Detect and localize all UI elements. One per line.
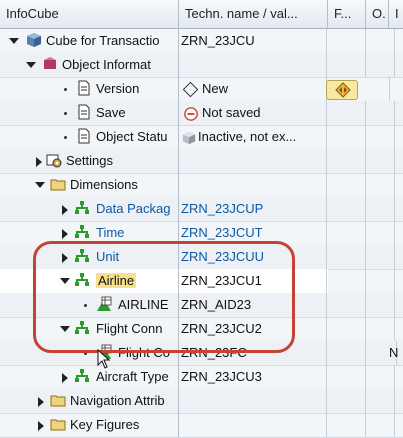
dimension-tree-icon (75, 273, 89, 286)
collapse-arrow-icon[interactable] (62, 205, 68, 215)
techn-name-cell: Not saved (179, 101, 327, 125)
bullet-icon (64, 112, 67, 115)
tree-row-object-information[interactable]: Object Informat (0, 53, 403, 78)
tree-label: Object Informat (62, 57, 151, 72)
folder-icon (50, 395, 66, 407)
header-i[interactable]: I (389, 0, 403, 28)
document-icon (78, 80, 90, 96)
tree-row-flight-co-characteristic[interactable]: Flight Co ZRN_23FC N (0, 341, 403, 366)
expand-arrow-icon[interactable] (35, 182, 45, 188)
tree-row-unit[interactable]: Unit ZRN_23JCUU (0, 245, 403, 270)
collapse-arrow-icon[interactable] (38, 397, 44, 407)
column-header-bar: InfoCube Techn. name / val... F... O. I (0, 0, 403, 29)
techn-name-cell: Inactive, not ex... (179, 125, 327, 149)
tree-row-version[interactable]: Version New (0, 77, 403, 102)
header-f[interactable]: F... (328, 0, 366, 28)
techn-name-cell (179, 53, 327, 77)
techn-name-cell (179, 413, 327, 437)
folder-open-icon (50, 179, 66, 191)
object-info-icon (44, 57, 56, 69)
techn-name-cell: ZRN_23JCU (179, 29, 327, 53)
techn-name-cell (179, 149, 327, 173)
tree-label: Settings (66, 153, 113, 168)
tree-label: Key Figures (70, 417, 140, 432)
tree-row-data-package[interactable]: Data Packag ZRN_23JCUP (0, 197, 403, 222)
mouse-cursor-icon (97, 349, 111, 369)
techn-name-cell: ZRN_23JCU2 (179, 317, 327, 341)
cube-icon (27, 33, 41, 47)
infocube-tree-grid: Cube for Transactio ZRN_23JCU Object Inf… (0, 29, 403, 438)
techn-name-cell: ZRN_23JCU1 (179, 269, 327, 293)
expand-arrow-icon[interactable] (60, 278, 70, 284)
characteristic-icon (97, 296, 112, 311)
version-toggle-button[interactable] (326, 80, 358, 100)
collapse-arrow-icon[interactable] (62, 373, 68, 383)
tree-row-save[interactable]: Save Not saved (0, 101, 403, 126)
tree-label: Save (96, 105, 126, 120)
bullet-icon (84, 352, 87, 355)
expand-arrow-icon[interactable] (26, 62, 36, 68)
techn-name-cell: New (179, 77, 327, 101)
bullet-icon (64, 136, 67, 139)
dimension-tree-icon (75, 225, 89, 238)
techn-name-cell: ZRN_23JCUT (179, 221, 327, 245)
tree-row-dimensions[interactable]: Dimensions (0, 173, 403, 198)
tree-label: Dimensions (70, 177, 138, 192)
tree-row-flight-conn[interactable]: Flight Conn ZRN_23JCU2 (0, 317, 403, 342)
techn-name-cell: ZRN_23JCU3 (179, 365, 327, 389)
header-infocube[interactable]: InfoCube (0, 0, 179, 28)
tree-label: Unit (96, 249, 120, 264)
collapse-arrow-icon[interactable] (36, 157, 42, 167)
tree-row-object-status[interactable]: Object Statu Inactive, not ex... (0, 125, 403, 150)
header-o[interactable]: O. (366, 0, 389, 28)
document-icon (78, 104, 90, 120)
tree-label-selected: Airline (96, 273, 137, 288)
dimension-tree-icon (75, 201, 89, 214)
dimension-tree-icon (75, 321, 89, 334)
tree-row-settings[interactable]: Settings (0, 149, 403, 174)
inactive-cube-icon (182, 131, 196, 144)
expand-arrow-icon[interactable] (60, 326, 70, 332)
techn-name-cell: ZRN_23JCUU (179, 245, 327, 269)
extra-flag-cell: N (389, 345, 399, 360)
tree-label: Time (96, 225, 125, 240)
header-techn-name[interactable]: Techn. name / val... (179, 0, 328, 28)
tree-row-navigation-attributes[interactable]: Navigation Attrib (0, 389, 403, 414)
not-saved-icon (184, 106, 198, 121)
tree-label: Flight Co (118, 345, 171, 360)
techn-name-cell: ZRN_23FC (179, 341, 327, 365)
dimension-tree-icon (75, 249, 89, 262)
tree-label: AIRLINE (118, 297, 169, 312)
collapse-arrow-icon[interactable] (38, 421, 44, 431)
tree-label: Cube for Transactio (46, 33, 160, 48)
tree-row-aircraft-type[interactable]: Aircraft Type ZRN_23JCU3 (0, 365, 403, 390)
collapse-arrow-icon[interactable] (62, 253, 68, 263)
tree-label: Version (96, 81, 140, 96)
tree-row-time[interactable]: Time ZRN_23JCUT (0, 221, 403, 246)
dimension-tree-icon (75, 369, 89, 382)
tree-row-cube[interactable]: Cube for Transactio ZRN_23JCU (0, 29, 403, 54)
bullet-icon (64, 88, 67, 91)
tree-row-airline[interactable]: Airline ZRN_23JCU1 (0, 269, 403, 294)
tree-label: Flight Conn (96, 321, 163, 336)
techn-name-cell (179, 389, 327, 413)
diamond-arrows-icon (335, 82, 351, 98)
tree-row-airline-characteristic[interactable]: AIRLINE ZRN_AID23 (0, 293, 403, 318)
folder-icon (50, 419, 66, 431)
techn-name-cell: ZRN_AID23 (179, 293, 327, 317)
tree-row-key-figures[interactable]: Key Figures (0, 413, 403, 438)
techn-name-cell: ZRN_23JCUP (179, 197, 327, 221)
tree-label: Navigation Attrib (70, 393, 165, 408)
diamond-icon (182, 81, 199, 98)
settings-icon (46, 154, 62, 168)
collapse-arrow-icon[interactable] (62, 229, 68, 239)
bullet-icon (84, 304, 87, 307)
document-icon (78, 128, 90, 144)
techn-name-cell (179, 173, 327, 197)
expand-arrow-icon[interactable] (9, 38, 19, 44)
tree-label: Object Statu (96, 129, 168, 144)
tree-label: Data Packag (96, 201, 171, 216)
